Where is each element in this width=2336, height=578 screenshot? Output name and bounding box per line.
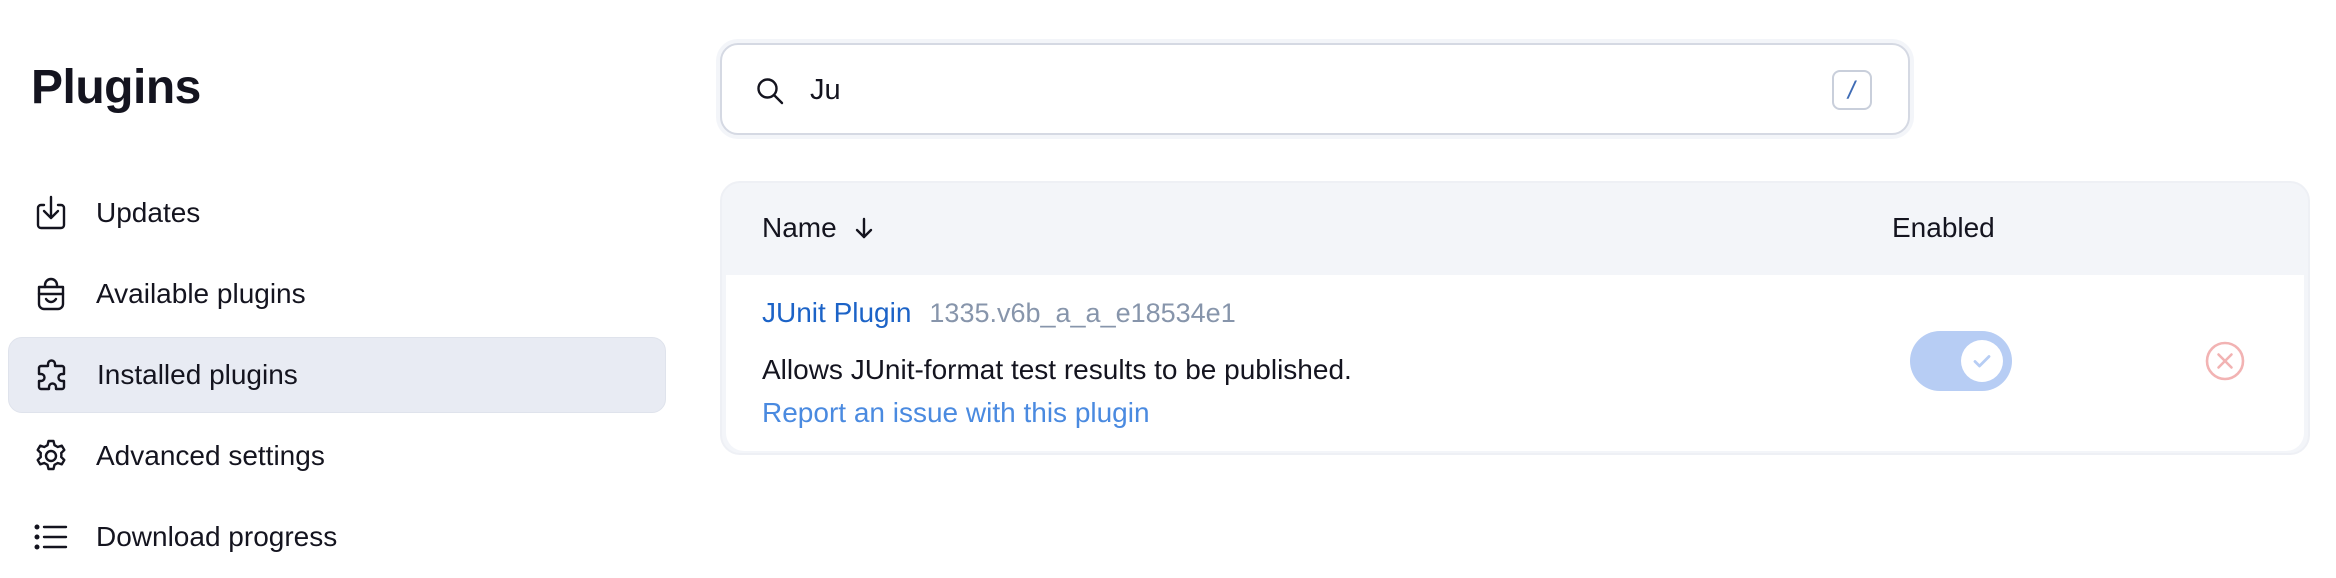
- list-icon: [31, 517, 71, 557]
- shopping-bag-icon: [31, 274, 71, 314]
- plugin-version: 1335.v6b_a_a_e18534e1: [929, 298, 1236, 328]
- search-input[interactable]: [810, 65, 1710, 115]
- sidebar-item-label: Updates: [96, 197, 201, 228]
- sidebar-item-updates[interactable]: Updates: [8, 175, 666, 251]
- enabled-toggle[interactable]: [1910, 331, 2012, 391]
- sidebar-item-label: Advanced settings: [96, 440, 325, 471]
- plugins-table: Name Enabled JUnit Plugin 1335.v6b_a_a_e…: [720, 181, 2310, 455]
- plugins-page: Plugins Updates Available plugins Instal…: [0, 0, 2336, 578]
- search-shortcut-badge: /: [1832, 70, 1872, 110]
- close-circle-icon: [2205, 341, 2245, 381]
- puzzle-icon: [32, 355, 72, 395]
- plugin-name-link[interactable]: JUnit Plugin: [762, 297, 911, 329]
- plugin-title-line: JUnit Plugin 1335.v6b_a_a_e18534e1: [762, 297, 1236, 329]
- gear-icon: [31, 436, 71, 476]
- sidebar-item-installed-plugins[interactable]: Installed plugins: [8, 337, 666, 413]
- sidebar-item-label: Download progress: [96, 521, 338, 552]
- sidebar-item-advanced-settings[interactable]: Advanced settings: [8, 418, 666, 494]
- page-title: Plugins: [31, 61, 201, 114]
- search-icon: [754, 75, 786, 107]
- enabled-column-header: Enabled: [1892, 212, 1995, 243]
- report-issue-link[interactable]: Report an issue with this plugin: [762, 396, 1150, 430]
- search-bar: /: [720, 43, 1910, 135]
- download-icon: [31, 193, 71, 233]
- uninstall-button[interactable]: [2203, 339, 2247, 383]
- sidebar-item-label: Available plugins: [96, 278, 306, 309]
- name-column-label: Name: [762, 212, 837, 243]
- arrow-down-icon: [855, 217, 872, 239]
- name-column-header[interactable]: Name: [762, 211, 877, 245]
- sidebar-item-download-progress[interactable]: Download progress: [8, 499, 666, 575]
- check-icon: [1973, 355, 1991, 368]
- toggle-knob: [1961, 340, 2003, 382]
- table-header: Name Enabled: [722, 183, 2308, 275]
- sidebar-nav: Updates Available plugins Installed plug…: [8, 175, 666, 578]
- sidebar-item-available-plugins[interactable]: Available plugins: [8, 256, 666, 332]
- table-row: JUnit Plugin 1335.v6b_a_a_e18534e1 Allow…: [726, 275, 2304, 451]
- plugin-description: Allows JUnit-format test results to be p…: [762, 354, 1352, 385]
- sidebar-item-label: Installed plugins: [97, 359, 298, 390]
